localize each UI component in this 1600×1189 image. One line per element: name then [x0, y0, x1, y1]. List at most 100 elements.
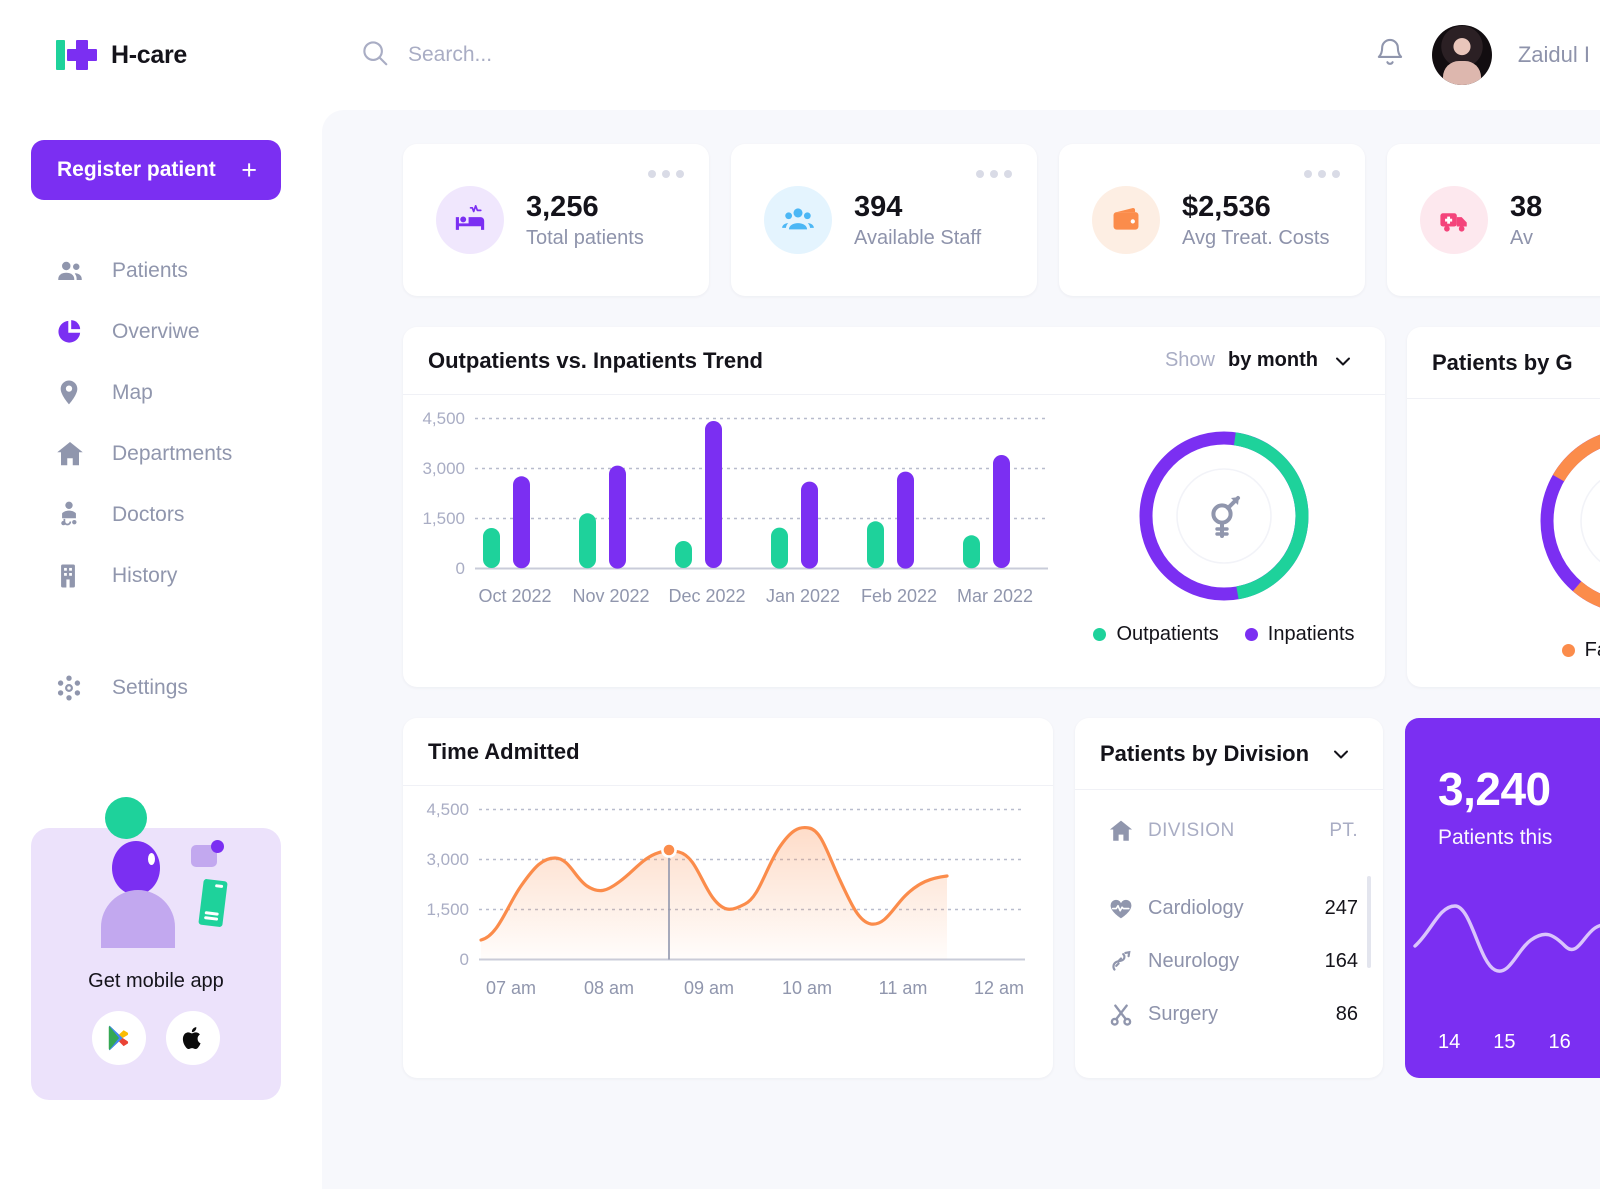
svg-text:4,500: 4,500 — [422, 409, 465, 428]
stat-card-available-cars[interactable]: 38 Av — [1387, 144, 1600, 296]
search-bar[interactable] — [322, 38, 1374, 73]
stat-text: 3,256 Total patients — [526, 190, 644, 250]
register-patient-button[interactable]: Register patient + — [31, 140, 281, 200]
main-content: 3,256 Total patients 394 Available Staff… — [322, 110, 1600, 1189]
decorative-dot — [211, 840, 224, 853]
brand[interactable]: H-care — [0, 40, 322, 70]
nerve-icon — [1108, 949, 1148, 975]
sidebar-item-patients[interactable]: Patients — [0, 240, 322, 301]
stat-card-avg-treatment-costs[interactable]: $2,536 Avg Treat. Costs — [1059, 144, 1365, 296]
division-col-value: PT. — [1329, 820, 1358, 841]
svg-text:12 am: 12 am — [974, 978, 1024, 998]
svg-text:Oct 2022: Oct 2022 — [478, 586, 551, 606]
donut-svg — [1139, 431, 1309, 600]
store-buttons — [31, 1011, 281, 1065]
time-admitted-body: 4,500 3,000 1,500 0 07 am 08 am 09 am 10… — [403, 786, 1053, 1078]
day-label: 15 — [1493, 1031, 1516, 1053]
stat-text: 394 Available Staff — [854, 190, 981, 250]
bar-chart: 4,500 3,000 1,500 0 Oct 2022 Nov 2022 De… — [403, 395, 1063, 687]
bar-group-oct — [483, 476, 530, 569]
svg-text:10 am: 10 am — [782, 978, 832, 998]
bottom-row: Time Admitted 4,500 3,000 1,500 0 07 am … — [322, 718, 1600, 1078]
dashboard-root: H-care Zaidul I Registe — [0, 0, 1600, 1189]
table-row[interactable]: Neurology 164 — [1075, 935, 1383, 988]
building-icon — [55, 561, 112, 591]
search-input[interactable] — [408, 43, 868, 67]
sidebar-item-label: Map — [112, 380, 153, 404]
gear-icon — [55, 674, 112, 702]
division-name: Neurology — [1148, 950, 1240, 972]
avatar[interactable] — [1431, 25, 1492, 85]
svg-text:09 am: 09 am — [684, 978, 734, 998]
bar-group-mar — [963, 455, 1010, 569]
card-menu-icon[interactable] — [648, 170, 684, 178]
time-admitted-header: Time Admitted — [403, 718, 1053, 786]
google-play-icon[interactable] — [92, 1011, 146, 1065]
bell-icon[interactable] — [1374, 36, 1406, 75]
card-title: Time Admitted — [428, 738, 580, 764]
brand-name: H-care — [111, 40, 188, 69]
sidebar-item-history[interactable]: History — [0, 545, 322, 606]
svg-text:11 am: 11 am — [879, 978, 928, 998]
area-fill — [481, 827, 947, 960]
outpatients-inpatients-trend-card: Outpatients vs. Inpatients Trend Show by… — [403, 327, 1385, 687]
patients-this-label: Patients this — [1438, 826, 1553, 849]
card-menu-icon[interactable] — [1304, 170, 1340, 178]
sidebar-item-map[interactable]: Map — [0, 362, 322, 423]
svg-text:1,500: 1,500 — [422, 509, 465, 528]
bar-group-dec — [675, 421, 722, 568]
search-icon — [360, 38, 390, 73]
top-right-actions: Zaidul I — [1374, 25, 1600, 85]
apple-icon[interactable] — [166, 1011, 220, 1065]
day-label: 14 — [1438, 1031, 1461, 1053]
sidebar-item-label: History — [112, 563, 178, 587]
day-label: 16 — [1548, 1031, 1571, 1053]
top-bar: H-care Zaidul I — [0, 0, 1600, 110]
svg-text:Dec 2022: Dec 2022 — [668, 586, 745, 606]
stat-card-total-patients[interactable]: 3,256 Total patients — [403, 144, 709, 296]
stat-card-available-staff[interactable]: 394 Available Staff — [731, 144, 1037, 296]
sidebar-item-settings[interactable]: Settings — [0, 657, 322, 718]
table-row[interactable]: Surgery 86 — [1075, 988, 1383, 1041]
nav-divider-space — [0, 606, 322, 657]
sidebar-item-label: Departments — [112, 441, 233, 465]
chevron-down-icon[interactable] — [1329, 742, 1353, 766]
chevron-down-icon — [1331, 349, 1355, 373]
svg-text:0: 0 — [456, 559, 465, 578]
sidebar-item-departments[interactable]: Departments — [0, 423, 322, 484]
cross-logo-icon — [56, 40, 97, 70]
stat-text: $2,536 Avg Treat. Costs — [1182, 190, 1329, 250]
legend-item: Inpatients — [1244, 623, 1355, 646]
marker-dot — [661, 842, 677, 858]
home-icon — [1108, 818, 1148, 844]
promo-illustration — [31, 797, 281, 968]
gender-card-header: Patients by G — [1407, 327, 1600, 399]
legend-item: Outpatients — [1093, 622, 1219, 646]
staff-group-icon — [764, 186, 832, 254]
division-value: 164 — [1324, 950, 1358, 972]
sidebar-item-label: Settings — [112, 675, 188, 699]
table-row[interactable]: Cardiology 247 — [1075, 882, 1383, 935]
bar-group-feb — [867, 471, 914, 569]
card-title: Patients by G — [1432, 349, 1573, 375]
gender-card-body: Famale — [1407, 399, 1600, 687]
stat-text: 38 Av — [1510, 190, 1542, 250]
show-prefix: Show — [1164, 349, 1215, 371]
patients-by-gender-card: Patients by G F — [1407, 327, 1600, 687]
sidebar-nav: Patients Overviwe Map Departments Doctor… — [0, 240, 322, 718]
person-body — [101, 890, 175, 948]
outpatients-inpatients-donut: Outpatients Inpatients — [1063, 395, 1385, 687]
phone-illustration — [198, 878, 228, 928]
show-by-month-dropdown[interactable]: Show by month — [1165, 349, 1355, 373]
svg-text:1,500: 1,500 — [426, 900, 469, 919]
legend-label: Outpatients — [1116, 622, 1219, 645]
stat-value: 38 — [1510, 190, 1543, 223]
sidebar-item-doctors[interactable]: Doctors — [0, 484, 322, 545]
scrollbar-thumb[interactable] — [1367, 876, 1371, 968]
card-menu-icon[interactable] — [976, 170, 1012, 178]
doctor-icon — [55, 500, 112, 530]
plus-icon: + — [241, 154, 257, 185]
sidebar-item-overviwe[interactable]: Overviwe — [0, 301, 322, 362]
legend-item: Famale — [1561, 639, 1600, 662]
sidebar: Register patient + Patients Overviwe Map… — [0, 110, 322, 1189]
